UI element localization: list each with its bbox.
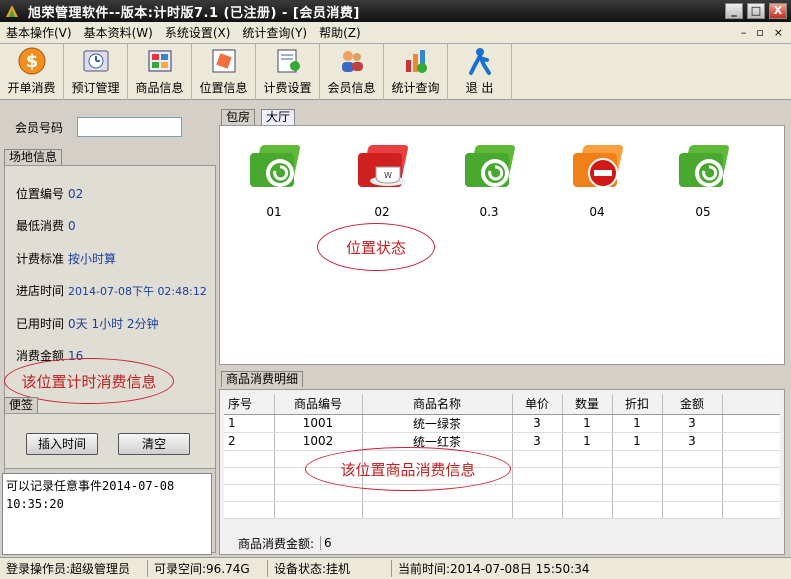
col-seq[interactable]: 序号 <box>224 394 275 415</box>
exit-icon <box>468 48 491 75</box>
clock-icon <box>83 50 108 72</box>
statistics-label: 统计查询 <box>391 81 440 95</box>
member-info-button[interactable]: 会员信息 <box>320 44 384 100</box>
tab-site-info[interactable]: 场地信息 <box>4 149 63 165</box>
goods-total-label: 商品消费金额: <box>238 536 315 551</box>
position-item-01[interactable]: 01 <box>239 139 309 219</box>
tab-private-room[interactable]: 包房 <box>221 109 256 125</box>
occupied-icon: W <box>358 145 408 187</box>
mdi-restore-button[interactable]: ▫ <box>756 26 763 39</box>
table-row[interactable]: 1 1001 统一绿茶 3 1 1 3 <box>224 414 780 433</box>
billing-settings-label: 计费设置 <box>263 81 312 95</box>
member-number-label: 会员号码 <box>15 120 64 135</box>
booking-button[interactable]: 预订管理 <box>64 44 128 100</box>
col-discount[interactable]: 折扣 <box>612 394 663 415</box>
tab-hall[interactable]: 大厅 <box>261 109 296 125</box>
status-time: 当前时间:2014-07-08日 15:50:34 <box>398 562 590 576</box>
status-space: 可录空间:96.74G <box>148 560 268 577</box>
mdi-minimize-button[interactable]: – <box>741 26 747 39</box>
available-icon <box>465 145 515 187</box>
grid-icon <box>148 50 171 72</box>
mdi-close-button[interactable]: × <box>774 26 783 39</box>
statistics-button[interactable]: 统计查询 <box>384 44 448 100</box>
field-position-number: 位置编号 02 <box>16 187 84 201</box>
menu-bar: 基本操作(V) 基本资料(W) 系统设置(X) 统计查询(Y) 帮助(Z) – … <box>0 22 791 44</box>
dollar-icon: $ <box>18 47 45 75</box>
member-info-label: 会员信息 <box>327 81 376 95</box>
position-status-annotation: 位置状态 <box>317 223 435 271</box>
svg-text:W: W <box>384 171 392 180</box>
exit-label: 退 出 <box>465 81 494 95</box>
exit-button[interactable]: 退 出 <box>448 44 512 100</box>
card-icon <box>212 49 235 73</box>
window-title: 旭荣管理软件--版本:计时版7.1 (已注册) - [会员消费] <box>28 5 360 21</box>
maximize-button[interactable]: □ <box>747 3 765 19</box>
booking-label: 预订管理 <box>71 81 120 95</box>
col-amount[interactable]: 金额 <box>662 394 723 415</box>
col-goods-name[interactable]: 商品名称 <box>362 394 513 415</box>
table-row[interactable]: 2 1002 统一红茶 3 1 1 3 <box>224 432 780 451</box>
tab-goods-detail[interactable]: 商品消费明细 <box>221 371 304 387</box>
left-panel: 会员号码 场地信息 位置编号 02 最低消费 0 计费标准 按小时算 进店时间 2014… <box>0 101 216 557</box>
col-goods-code[interactable]: 商品编号 <box>274 394 363 415</box>
available-icon <box>250 145 300 187</box>
menu-basic-data[interactable]: 基本资料(W) <box>78 24 159 41</box>
svg-text:$: $ <box>25 51 38 72</box>
field-checkin-time: 进店时间 2014-07-08下午 02:48:12 <box>16 284 207 298</box>
goods-total-value: 6 <box>320 536 332 550</box>
col-unit-price[interactable]: 单价 <box>512 394 563 415</box>
available-icon <box>679 145 729 187</box>
goods-detail-table: 序号 商品编号 商品名称 单价 数量 折扣 金额 1 1001 统一绿茶 3 1 1 3 2… <box>224 394 780 519</box>
goods-annotation: 该位置商品消费信息 <box>305 447 511 491</box>
billing-settings-button[interactable]: 计费设置 <box>256 44 320 100</box>
position-item-02[interactable]: W 02 <box>347 139 417 219</box>
position-item-04[interactable]: 04 <box>562 139 632 219</box>
field-min-consume: 最低消费 0 <box>16 219 76 233</box>
open-order-label: 开单消费 <box>7 81 56 95</box>
goods-info-label: 商品信息 <box>135 81 184 95</box>
disabled-icon <box>573 145 623 188</box>
close-button[interactable]: X <box>769 3 787 19</box>
field-elapsed-time: 已用时间 0天 1小时 2分钟 <box>16 317 159 331</box>
status-bar: 登录操作员:超级管理员 可录空间:96.74G 设备状态:挂机 当前时间:201… <box>0 557 791 579</box>
goods-info-button[interactable]: 商品信息 <box>128 44 192 100</box>
minimize-button[interactable]: _ <box>725 3 743 19</box>
settings-icon <box>277 49 300 73</box>
users-icon <box>341 51 363 72</box>
clear-button[interactable]: 清空 <box>118 433 190 455</box>
menu-help[interactable]: 帮助(Z) <box>313 24 367 41</box>
goods-total-row: 商品消费金额: 6 <box>224 534 780 552</box>
col-quantity[interactable]: 数量 <box>562 394 613 415</box>
insert-time-button[interactable]: 插入时间 <box>26 433 98 455</box>
toolbar: $ 开单消费 预订管理 商品信息 位置信息 计费设置 会员信息 统计查询 退 出 <box>0 44 791 100</box>
app-icon <box>6 5 18 17</box>
menu-statistics[interactable]: 统计查询(Y) <box>236 24 313 41</box>
position-item-03[interactable]: 0.3 <box>454 139 524 219</box>
position-item-05[interactable]: 05 <box>668 139 738 219</box>
position-info-button[interactable]: 位置信息 <box>192 44 256 100</box>
chart-icon <box>405 50 427 73</box>
member-number-input[interactable] <box>77 117 183 137</box>
title-bar: 旭荣管理软件--版本:计时版7.1 (已注册) - [会员消费] _ □ X <box>0 0 791 22</box>
right-panel: 包房 大厅 01 W 02 0.3 04 05 位置状态 商品消费明细 序号 商… <box>217 101 791 557</box>
menu-system-settings[interactable]: 系统设置(X) <box>159 24 237 41</box>
status-operator: 登录操作员:超级管理员 <box>0 560 148 577</box>
menu-basic-ops[interactable]: 基本操作(V) <box>0 24 78 41</box>
position-info-label: 位置信息 <box>199 81 248 95</box>
field-billing-standard: 计费标准 按小时算 <box>16 252 117 266</box>
status-device: 设备状态:挂机 <box>268 560 392 577</box>
tab-notes[interactable]: 便签 <box>4 397 39 413</box>
notes-textarea[interactable]: 可以记录任意事件2014-07-08 10:35:20 <box>2 473 212 555</box>
open-order-button[interactable]: $ 开单消费 <box>0 44 64 100</box>
